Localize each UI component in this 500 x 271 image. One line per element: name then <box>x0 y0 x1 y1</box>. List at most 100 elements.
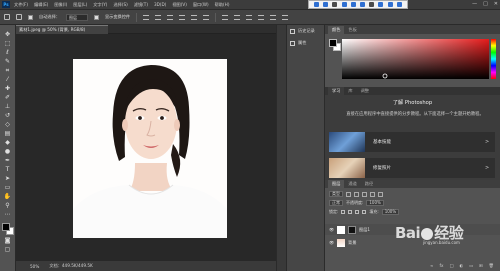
align-bottom-icon[interactable] <box>167 14 174 20</box>
distribute-icon[interactable] <box>246 14 253 20</box>
auto-select-dropdown[interactable]: 图层 <box>65 13 88 21</box>
gradient-tool-icon[interactable]: ▤ <box>4 131 12 137</box>
crop-tool-icon[interactable]: ⌗ <box>4 68 12 74</box>
move-tool-icon[interactable] <box>4 14 10 20</box>
zoom-level[interactable]: 50% <box>30 264 39 269</box>
history-panel-button[interactable]: 历史记录 <box>287 25 324 37</box>
menu-item-3d[interactable]: 3D(D) <box>154 2 166 7</box>
lock-image-icon[interactable] <box>348 210 353 214</box>
distribute-icon[interactable] <box>258 14 265 20</box>
floating-tool-icon[interactable] <box>378 2 384 7</box>
floating-tool-icon[interactable] <box>323 2 329 7</box>
lasso-tool-icon[interactable]: ℓ <box>4 50 12 56</box>
floating-tool-icon[interactable] <box>341 2 347 7</box>
color-swatches[interactable] <box>1 223 14 235</box>
lock-position-icon[interactable] <box>355 210 360 214</box>
pen-tool-icon[interactable]: ✒ <box>4 158 12 164</box>
menu-item-layer[interactable]: 图层(L) <box>73 2 87 8</box>
eyedropper-tool-icon[interactable]: ⁄ <box>4 77 12 83</box>
floating-tool-icon[interactable] <box>387 2 393 7</box>
opacity-field[interactable]: 100% <box>366 200 384 206</box>
floating-tool-icon[interactable] <box>360 2 366 7</box>
layer-filter-dropdown[interactable]: 类型 <box>329 191 343 197</box>
auto-select-checkbox[interactable] <box>28 14 33 20</box>
floating-tool-icon[interactable] <box>350 2 356 7</box>
tab-learn[interactable]: 学习 <box>328 87 345 95</box>
tab-channels[interactable]: 通道 <box>344 180 360 188</box>
link-layers-icon[interactable]: ∞ <box>430 263 434 269</box>
tab-layers[interactable]: 图层 <box>328 180 345 188</box>
layer-mask-thumbnail[interactable] <box>348 225 356 234</box>
lock-all-icon[interactable] <box>362 210 367 214</box>
menu-item-window[interactable]: 窗口(W) <box>193 2 209 8</box>
document-tab[interactable]: 素材1.jpeg @ 50% (背景, RGB/8) <box>16 25 108 34</box>
learn-card-basic-skills[interactable]: 基本技能 > <box>329 132 495 152</box>
align-center-icon[interactable] <box>191 14 198 20</box>
lock-transparent-icon[interactable] <box>341 210 346 214</box>
hue-slider[interactable] <box>491 39 496 79</box>
more-tools-icon[interactable]: ⋯ <box>4 212 12 218</box>
zoom-tool-icon[interactable]: ⚲ <box>4 203 12 209</box>
new-group-icon[interactable]: ▭ <box>469 263 473 269</box>
blend-mode-dropdown[interactable]: 正常 <box>329 200 343 206</box>
close-button[interactable]: ✕ <box>494 1 498 7</box>
quick-mask-icon[interactable]: ◙ <box>4 238 12 244</box>
add-mask-icon[interactable]: □ <box>449 263 453 269</box>
foreground-color-swatch[interactable] <box>1 223 10 231</box>
filter-shape-icon[interactable] <box>370 191 375 197</box>
new-layer-icon[interactable]: ⊞ <box>479 263 483 269</box>
menu-item-edit[interactable]: 编辑(E) <box>34 2 48 8</box>
transform-controls-checkbox[interactable] <box>93 14 99 20</box>
brush-tool-icon[interactable]: ✐ <box>4 95 12 101</box>
distribute-icon[interactable] <box>234 14 241 20</box>
tab-color[interactable]: 颜色 <box>328 26 345 34</box>
healing-brush-tool-icon[interactable]: ✚ <box>4 86 12 92</box>
distribute-icon[interactable] <box>270 14 277 20</box>
align-right-icon[interactable] <box>203 14 210 20</box>
move-tool-icon[interactable]: ✥ <box>4 32 12 38</box>
filter-pixel-icon[interactable] <box>346 191 351 197</box>
tab-paths[interactable]: 路径 <box>361 180 377 188</box>
menu-item-type[interactable]: 文字(Y) <box>93 2 107 8</box>
quick-select-tool-icon[interactable]: ✎ <box>4 59 12 65</box>
visibility-eye-icon[interactable]: 👁 <box>329 227 334 232</box>
align-left-icon[interactable] <box>179 14 186 20</box>
menu-item-file[interactable]: 文件(F) <box>14 2 28 8</box>
color-picker-field[interactable] <box>342 39 489 79</box>
marquee-tool-icon[interactable]: ⬚ <box>4 41 12 47</box>
align-middle-icon[interactable] <box>155 14 162 20</box>
filter-smart-icon[interactable] <box>378 191 383 197</box>
tab-adjustments[interactable]: 调整 <box>357 87 373 95</box>
path-select-tool-icon[interactable]: ➤ <box>4 176 12 182</box>
filter-adjust-icon[interactable] <box>354 191 359 197</box>
foreground-color-swatch[interactable] <box>329 39 337 47</box>
distribute-icon[interactable] <box>282 14 289 20</box>
properties-panel-button[interactable]: 属性 <box>287 37 324 49</box>
screen-mode-icon[interactable]: ▢ <box>4 247 12 253</box>
floating-tool-icon[interactable] <box>332 2 338 7</box>
delete-layer-icon[interactable]: 🗑 <box>489 263 494 269</box>
menu-item-help[interactable]: 帮助(H) <box>215 2 230 8</box>
maximize-button[interactable]: □ <box>483 1 488 7</box>
visibility-eye-icon[interactable]: 👁 <box>329 240 334 245</box>
menu-item-filter[interactable]: 滤镜(T) <box>134 2 148 8</box>
floating-tool-icon[interactable] <box>396 2 402 7</box>
history-brush-tool-icon[interactable]: ↺ <box>4 113 12 119</box>
tab-libraries[interactable]: 库 <box>344 87 356 95</box>
floating-tool-icon[interactable] <box>314 2 320 7</box>
fill-field[interactable]: 100% <box>381 209 400 215</box>
filter-type-icon[interactable] <box>362 191 367 197</box>
type-tool-icon[interactable]: T <box>4 167 12 173</box>
blur-tool-icon[interactable]: ◆ <box>4 140 12 146</box>
minimize-button[interactable]: — <box>472 1 477 7</box>
shape-tool-icon[interactable]: ▭ <box>4 185 12 191</box>
hand-tool-icon[interactable]: ✋ <box>4 194 12 200</box>
tab-swatches[interactable]: 色板 <box>344 26 360 34</box>
eraser-tool-icon[interactable]: ◇ <box>4 122 12 128</box>
adjustment-layer-icon[interactable]: ◐ <box>459 263 463 269</box>
floating-tool-icon[interactable] <box>369 2 375 7</box>
align-top-icon[interactable] <box>143 14 150 20</box>
fx-icon[interactable]: fx <box>440 263 444 269</box>
learn-card-fix-photo[interactable]: 修复照片 > <box>329 158 495 178</box>
menu-item-select[interactable]: 选择(S) <box>113 2 127 8</box>
